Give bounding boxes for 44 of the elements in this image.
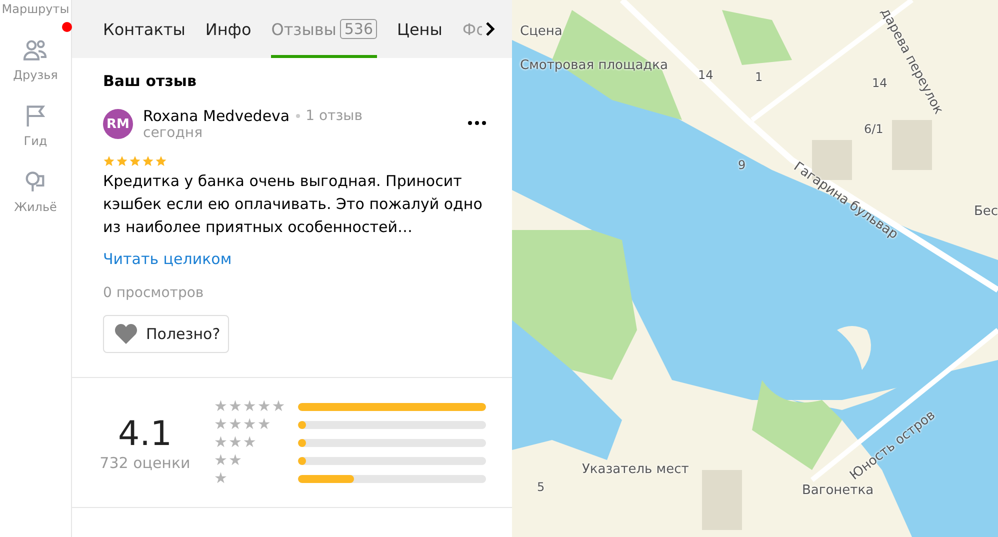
map-label: 14 bbox=[872, 76, 888, 90]
star-icon bbox=[142, 155, 154, 167]
tab[interactable]: Инфо bbox=[205, 0, 252, 58]
map-label: Указатель мест bbox=[582, 462, 689, 477]
avatar: RM bbox=[103, 109, 133, 139]
star-icon bbox=[116, 155, 128, 167]
rating-count: 732 оценки bbox=[100, 454, 190, 472]
count-badge: 536 bbox=[340, 19, 378, 39]
star-icon bbox=[155, 155, 167, 167]
view-count: 0 просмотров bbox=[103, 285, 205, 301]
sidebar-label[interactable]: Маршруты bbox=[2, 2, 70, 16]
star-label: ★★ bbox=[214, 452, 244, 469]
map-label: 6/1 bbox=[864, 122, 884, 136]
heart-icon bbox=[114, 323, 138, 345]
sidebar-label[interactable]: Жильё bbox=[14, 200, 57, 214]
map-label: Вагонетка bbox=[802, 483, 874, 498]
map-label: 1 bbox=[755, 70, 763, 84]
review-text: Кредитка у банка очень выгодная. Приносит кэшбек если ею оплачивать. Это пожалуй одно из наиболее приятных особенностей… bbox=[103, 171, 484, 238]
useful-button[interactable]: Полезно? bbox=[103, 315, 230, 353]
sidebar-label[interactable]: Гид bbox=[24, 134, 48, 148]
sidebar-label[interactable]: Друзья bbox=[13, 68, 58, 82]
map-label: 5 bbox=[537, 480, 545, 494]
map-label: 14 bbox=[698, 68, 714, 82]
star-label: ★ bbox=[214, 470, 230, 487]
map-label: Смотровая площадка bbox=[520, 58, 668, 73]
star-label: ★★★ bbox=[214, 434, 258, 451]
read-more-link[interactable]: Читать целиком bbox=[103, 250, 486, 268]
dots-icon bbox=[468, 120, 486, 124]
separator-dot bbox=[296, 114, 300, 118]
author-name[interactable]: Roxana Medvedeva bbox=[143, 107, 290, 125]
rating-score: 4.1 bbox=[118, 414, 172, 454]
star-icon bbox=[129, 155, 141, 167]
review-date: сегодня bbox=[143, 125, 204, 141]
map-label: 9 bbox=[738, 158, 746, 172]
star-icon bbox=[103, 155, 115, 167]
map-label: Бес bbox=[974, 204, 998, 219]
star-label: ★★★★★ bbox=[214, 398, 288, 415]
tab[interactable]: Отзывы 536 bbox=[271, 0, 378, 58]
section-heading: Ваш отзыв bbox=[103, 72, 198, 90]
tab[interactable]: Контакты bbox=[103, 0, 186, 58]
star-label: ★★★★ bbox=[214, 416, 273, 433]
author-review-count: 1 отзыв bbox=[306, 108, 362, 124]
tab[interactable]: Цены bbox=[397, 0, 442, 58]
map-label: Сцена bbox=[520, 24, 562, 39]
